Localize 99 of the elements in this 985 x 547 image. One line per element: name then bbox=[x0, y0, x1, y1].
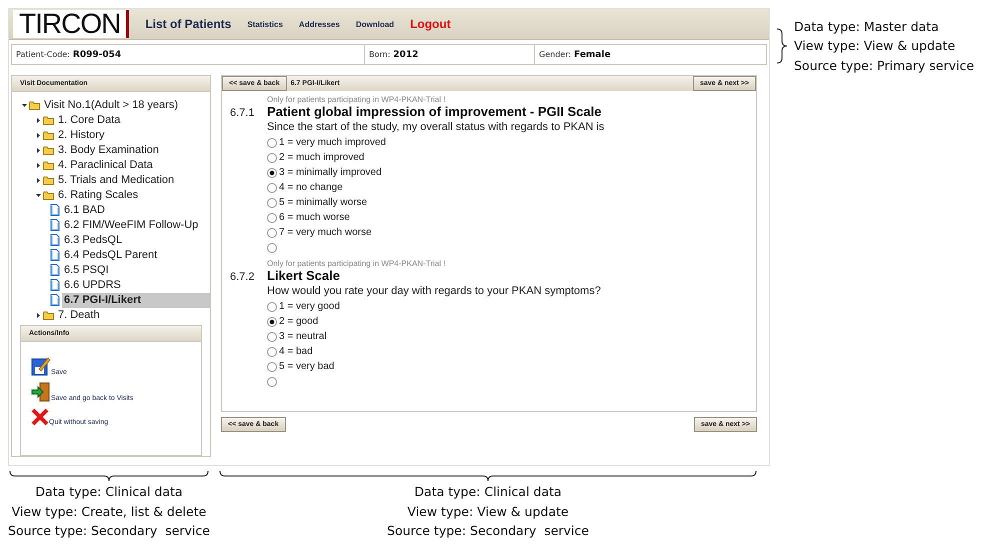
collapse-icon[interactable] bbox=[36, 192, 41, 198]
brace-icon bbox=[776, 28, 788, 64]
tree-item[interactable]: 6.2 FIM/WeeFIM Follow-Up bbox=[62, 218, 200, 233]
annotation-text: Source type: Secondary service bbox=[387, 522, 589, 540]
option-label[interactable]: 3 = minimally improved bbox=[279, 167, 382, 178]
radio-button[interactable] bbox=[267, 362, 277, 372]
document-icon bbox=[50, 249, 60, 262]
expand-icon[interactable] bbox=[36, 118, 41, 123]
radio-button[interactable] bbox=[267, 332, 277, 342]
radio-button[interactable] bbox=[267, 376, 277, 386]
document-icon bbox=[50, 219, 60, 232]
option-label[interactable]: 4 = no change bbox=[279, 182, 343, 193]
document-icon bbox=[50, 279, 60, 292]
radio-button[interactable] bbox=[267, 346, 277, 356]
expand-icon[interactable] bbox=[36, 162, 41, 168]
radio-button[interactable] bbox=[267, 182, 277, 192]
tree-item[interactable]: 7. Death bbox=[56, 308, 102, 323]
question-title: Likert Scale bbox=[267, 268, 340, 283]
option-label[interactable]: 1 = very good bbox=[279, 301, 340, 312]
tree-item[interactable]: 4. Paraclinical Data bbox=[56, 158, 155, 173]
radio-button[interactable] bbox=[267, 228, 277, 238]
annotation-text: Source type: Secondary service bbox=[8, 522, 210, 540]
annotation-text: Data type: Master data bbox=[794, 18, 940, 36]
radio-button[interactable] bbox=[267, 316, 277, 326]
field-value: Female bbox=[574, 50, 611, 60]
brace-icon bbox=[219, 470, 757, 482]
annotation-text: View type: View & update bbox=[794, 37, 956, 56]
option-label[interactable]: 5 = very bad bbox=[279, 361, 334, 372]
folder-icon bbox=[43, 146, 54, 155]
option-label[interactable]: 1 = very much improved bbox=[279, 137, 386, 148]
question-text: Since the start of the study, my overall status with regards to PKAN is bbox=[267, 121, 606, 133]
annotation-text: Source type: Primary service bbox=[794, 56, 974, 75]
tree-item[interactable]: Visit No.1(Adult > 18 years) bbox=[42, 98, 180, 113]
option-label[interactable]: 5 = minimally worse bbox=[279, 197, 368, 208]
folder-icon bbox=[43, 130, 54, 140]
field-label: Patient-Code: bbox=[16, 50, 70, 59]
nav-link[interactable]: Download bbox=[356, 20, 394, 28]
tree-item[interactable]: 3. Body Examination bbox=[56, 142, 161, 158]
tree-item[interactable]: 6.4 PedsQL Parent bbox=[62, 248, 160, 263]
note-text: Only for patients participating in WP4-PKAN-Trial ! bbox=[267, 259, 446, 268]
radio-button[interactable] bbox=[267, 302, 277, 312]
cross-icon[interactable] bbox=[31, 408, 49, 426]
document-icon bbox=[50, 204, 60, 216]
radio-button[interactable] bbox=[267, 168, 277, 178]
tree-item[interactable]: 6. Rating Scales bbox=[56, 188, 140, 203]
tree-item[interactable]: 6.1 BAD bbox=[62, 202, 107, 218]
question-number: 6.7.1 bbox=[230, 107, 256, 119]
question-title: Patient global impression of improvement - PGII Scale bbox=[267, 104, 602, 119]
tree-item[interactable]: 6.3 PedsQL bbox=[62, 232, 124, 248]
tree-item[interactable]: 6.5 PSQI bbox=[62, 262, 111, 278]
option-label[interactable]: 2 = much improved bbox=[279, 152, 364, 163]
door-icon[interactable] bbox=[31, 382, 51, 402]
folder-icon bbox=[43, 176, 54, 185]
nav-link[interactable]: List of Patients bbox=[145, 17, 232, 31]
option-label[interactable]: 3 = neutral bbox=[279, 331, 327, 342]
tree-item[interactable]: 5. Trials and Medication bbox=[56, 172, 176, 188]
radio-button[interactable] bbox=[267, 138, 277, 148]
question-text: How would you rate your day with regards to your PKAN symptoms? bbox=[267, 285, 602, 297]
folder-icon bbox=[29, 100, 40, 110]
folder-icon bbox=[43, 310, 54, 320]
folder-icon bbox=[43, 116, 54, 125]
annotation-text: View type: View & update bbox=[407, 502, 569, 521]
tree-item[interactable]: 6.6 UPDRS bbox=[62, 278, 123, 293]
tree-item[interactable]: 2. History bbox=[56, 128, 106, 143]
tree-item[interactable]: 1. Core Data bbox=[56, 112, 122, 128]
nav-link[interactable]: Statistics bbox=[247, 20, 283, 28]
document-icon bbox=[50, 264, 60, 276]
tree-item[interactable]: 6.7 PGI-I/Likert bbox=[62, 292, 210, 308]
radio-button[interactable] bbox=[267, 212, 277, 222]
radio-button[interactable] bbox=[267, 198, 277, 208]
field-label: Born: bbox=[369, 50, 390, 59]
save-icon[interactable] bbox=[31, 356, 51, 376]
option-label[interactable]: 6 = much worse bbox=[279, 212, 350, 223]
option-label[interactable]: 2 = good bbox=[279, 316, 318, 327]
collapse-icon[interactable] bbox=[22, 102, 27, 108]
option-label[interactable]: 4 = bad bbox=[279, 346, 313, 357]
document-icon bbox=[50, 294, 60, 306]
field-value: R099-054 bbox=[72, 50, 122, 60]
option-label[interactable]: 7 = very much worse bbox=[279, 227, 372, 238]
document-icon bbox=[50, 234, 60, 246]
expand-icon[interactable] bbox=[36, 148, 41, 153]
logout-link[interactable]: Logout bbox=[410, 17, 451, 31]
annotation-text: Data type: Clinical data bbox=[35, 483, 183, 501]
field-label: Gender: bbox=[539, 50, 572, 59]
expand-icon[interactable] bbox=[36, 178, 41, 183]
nav-link[interactable]: Addresses bbox=[298, 20, 340, 28]
folder-icon bbox=[43, 190, 54, 200]
radio-button[interactable] bbox=[267, 242, 277, 252]
logo: TIRCON bbox=[13, 10, 130, 38]
expand-icon[interactable] bbox=[36, 132, 41, 138]
annotation-text: View type: Create, list & delete bbox=[12, 502, 206, 521]
folder-icon bbox=[43, 160, 54, 170]
radio-button[interactable] bbox=[267, 152, 277, 162]
expand-icon[interactable] bbox=[36, 312, 41, 318]
question-number: 6.7.2 bbox=[230, 271, 256, 283]
field-value: 2012 bbox=[393, 50, 418, 60]
note-text: Only for patients participating in WP4-PKAN-Trial ! bbox=[267, 95, 446, 104]
annotation-text: Data type: Clinical data bbox=[414, 483, 562, 501]
brace-icon bbox=[9, 470, 209, 482]
